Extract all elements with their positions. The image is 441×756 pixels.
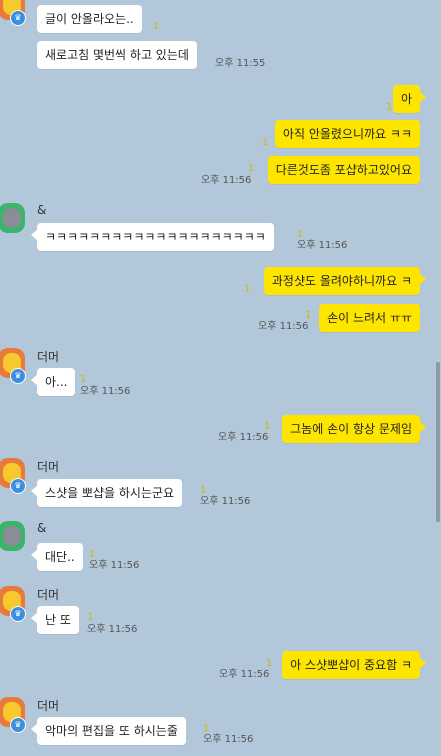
character-avatar-icon xyxy=(0,203,25,233)
message-bubble[interactable]: 스샷을 뽀샵을 하시는군요 xyxy=(30,479,183,507)
message-time: 오후 11:56 xyxy=(203,734,254,745)
message-time: 오후 11:56 xyxy=(87,624,138,635)
avatar[interactable] xyxy=(0,203,27,239)
avatar[interactable] xyxy=(0,521,27,557)
my-message-bubble[interactable]: 손이 느려서 ㅠㅠ xyxy=(319,304,420,332)
unread-count: 1 xyxy=(386,102,393,113)
unread-count: 1 xyxy=(153,21,160,32)
sender-name: 더머 xyxy=(37,588,60,602)
crown-badge-icon: ♛ xyxy=(10,10,26,26)
character-avatar-icon xyxy=(0,521,25,551)
sender-name: 더머 xyxy=(37,350,60,364)
unread-count: 1 xyxy=(305,310,312,321)
message-time: 오후 11:56 xyxy=(218,432,269,443)
unread-count: 1 xyxy=(297,229,304,240)
scrollbar[interactable] xyxy=(436,362,440,522)
message-time: 오후 11:56 xyxy=(200,496,251,507)
chat-area: ♛ 글이 안올라오는.. 1 새로고침 몇번씩 하고 있는데 오후 11:55 … xyxy=(0,0,441,756)
avatar[interactable]: ♛ xyxy=(0,348,27,384)
message-bubble[interactable]: ㅋㅋㅋㅋㅋㅋㅋㅋㅋㅋㅋㅋㅋㅋㅋㅋㅋㅋㅋㅋ xyxy=(31,223,274,251)
crown-badge-icon: ♛ xyxy=(10,478,26,494)
my-message-bubble[interactable]: 다른것도좀 포샵하고있어요 xyxy=(267,156,420,184)
message-time: 오후 11:55 xyxy=(215,58,266,69)
message-time: 오후 11:56 xyxy=(258,321,309,332)
message-bubble[interactable]: 새로고침 몇번씩 하고 있는데 xyxy=(37,41,197,69)
my-message-bubble[interactable]: 아직 안올렸으니까요 ㅋㅋ xyxy=(274,120,420,148)
my-message-bubble[interactable]: 그놈에 손이 항상 문제임 xyxy=(282,415,426,443)
unread-count: 1 xyxy=(264,421,271,432)
avatar[interactable]: ♛ xyxy=(0,586,27,622)
message-bubble[interactable]: 대단.. xyxy=(31,543,83,571)
sender-name: & xyxy=(37,521,47,535)
sender-name: 더머 xyxy=(37,460,60,474)
unread-count: 1 xyxy=(203,723,210,734)
unread-count: 1 xyxy=(262,137,269,148)
message-time: 오후 11:56 xyxy=(89,560,140,571)
my-message-bubble[interactable]: 과정샷도 올려야하니까요 ㅋ xyxy=(263,267,427,295)
crown-badge-icon: ♛ xyxy=(10,606,26,622)
unread-count: 1 xyxy=(80,374,87,385)
crown-badge-icon: ♛ xyxy=(10,368,26,384)
message-bubble[interactable]: 악마의 편집을 또 하시는줄 xyxy=(31,717,186,745)
my-message-bubble[interactable]: 아 xyxy=(392,85,427,113)
message-bubble[interactable]: 아... xyxy=(30,368,76,396)
unread-count: 1 xyxy=(266,658,273,669)
unread-count: 1 xyxy=(244,284,251,295)
unread-count: 1 xyxy=(89,549,96,560)
avatar[interactable]: ♛ xyxy=(0,458,27,494)
message-time: 오후 11:56 xyxy=(219,669,270,680)
message-time: 오후 11:56 xyxy=(80,386,131,397)
avatar[interactable]: ♛ xyxy=(0,697,27,733)
avatar[interactable]: ♛ xyxy=(0,0,27,26)
crown-badge-icon: ♛ xyxy=(10,717,26,733)
message-time: 오후 11:56 xyxy=(297,240,348,251)
message-bubble[interactable]: 난 또 xyxy=(31,606,79,634)
message-bubble[interactable]: 글이 안올라오는.. xyxy=(37,5,142,33)
message-time: 오후 11:56 xyxy=(201,175,252,186)
sender-name: 더머 xyxy=(37,699,60,713)
my-message-bubble[interactable]: 아 스샷뽀샵이 중요함 ㅋ xyxy=(282,651,426,679)
unread-count: 1 xyxy=(248,163,255,174)
sender-name: & xyxy=(37,203,47,217)
unread-count: 1 xyxy=(87,612,94,623)
unread-count: 1 xyxy=(200,485,207,496)
